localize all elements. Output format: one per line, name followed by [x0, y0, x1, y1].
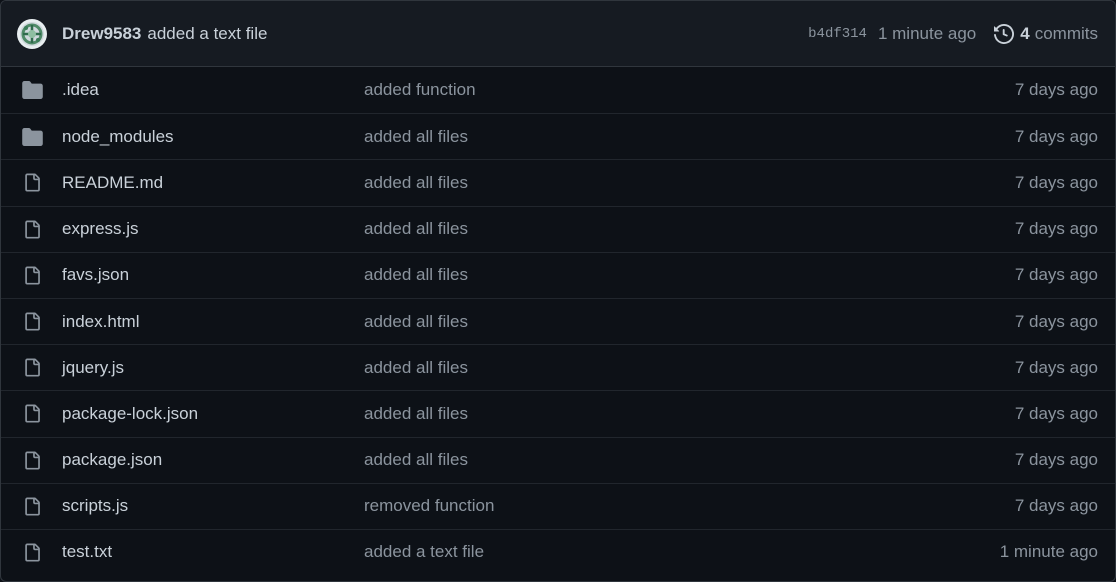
file-icon	[21, 404, 43, 424]
commit-age: 7 days ago	[1014, 219, 1098, 239]
file-list: .idea added function 7 days ago node_module…	[1, 67, 1115, 575]
commit-message-link[interactable]: added all files	[364, 312, 1015, 332]
file-row[interactable]: node_modules added all files 7 days ago	[1, 113, 1115, 159]
file-name-link[interactable]: package.json	[62, 450, 364, 470]
file-row[interactable]: package-lock.json added all files 7 days a…	[1, 390, 1115, 436]
file-row[interactable]: scripts.js removed function 7 days ago	[1, 482, 1115, 529]
commit-message-link[interactable]: added all files	[364, 127, 1015, 147]
commit-message-link[interactable]: added all files	[364, 265, 1015, 285]
file-name-link[interactable]: favs.json	[62, 265, 364, 285]
file-icon	[21, 496, 43, 516]
commits-label: commits	[1034, 23, 1098, 43]
file-name-link[interactable]: .idea	[62, 80, 364, 100]
commit-age: 7 days ago	[1014, 80, 1098, 100]
file-row[interactable]: package.json added all files 7 days ago	[1, 436, 1115, 483]
commit-age: 1 minute ago	[999, 542, 1098, 562]
file-icon	[21, 173, 43, 193]
file-name-link[interactable]: express.js	[62, 219, 364, 239]
commit-message-link[interactable]: removed function	[364, 496, 1015, 516]
commit-message-link[interactable]: added all files	[364, 450, 1015, 470]
commit-message-link[interactable]: added a text file	[364, 542, 1000, 562]
avatar[interactable]	[17, 18, 47, 49]
commit-author-link[interactable]: Drew9583	[62, 24, 141, 44]
commit-age: 7 days ago	[1014, 403, 1098, 423]
file-name-link[interactable]: node_modules	[62, 127, 364, 147]
commit-message-link[interactable]: added all files	[364, 173, 1015, 193]
commit-count: 4	[1020, 23, 1030, 43]
file-row[interactable]: README.md added all files 7 days ago	[1, 159, 1115, 205]
commit-age: 7 days ago	[1014, 172, 1098, 192]
file-name-link[interactable]: README.md	[62, 173, 364, 193]
history-icon	[994, 23, 1015, 44]
commit-age: 7 days ago	[1014, 265, 1098, 285]
file-name-link[interactable]: jquery.js	[62, 358, 364, 378]
file-name-link[interactable]: index.html	[62, 312, 364, 332]
file-row[interactable]: express.js added all files 7 days ago	[1, 205, 1115, 252]
file-row[interactable]: jquery.js added all files 7 days ago	[1, 344, 1115, 390]
commits-history-link[interactable]: 4 commits	[994, 24, 1098, 44]
file-name-link[interactable]: test.txt	[62, 542, 364, 562]
file-icon	[21, 358, 43, 378]
file-name-link[interactable]: package-lock.json	[62, 404, 364, 424]
commit-age: 7 days ago	[1014, 311, 1098, 331]
file-row[interactable]: test.txt added a text file 1 minute ago	[1, 528, 1115, 575]
commit-age: 7 days ago	[1014, 126, 1098, 146]
file-row[interactable]: favs.json added all files 7 days ago	[1, 251, 1115, 298]
file-row[interactable]: index.html added all files 7 days ago	[1, 297, 1115, 344]
commit-message-link[interactable]: added all files	[364, 358, 1015, 378]
latest-commit-bar: Drew9583 added a text file b4df314 1 min…	[1, 1, 1115, 67]
commit-message-link[interactable]: added all files	[364, 219, 1015, 239]
folder-icon	[21, 127, 43, 147]
file-icon	[21, 219, 43, 239]
commit-age: 7 days ago	[1014, 450, 1098, 470]
commit-message-link[interactable]: added all files	[364, 404, 1015, 424]
commit-time: 1 minute ago	[877, 23, 977, 43]
file-icon	[21, 265, 43, 285]
commit-age: 7 days ago	[1014, 357, 1098, 377]
file-icon	[21, 312, 43, 332]
commit-message-link[interactable]: added a text file	[147, 24, 267, 44]
folder-icon	[21, 80, 43, 100]
file-icon	[21, 450, 43, 470]
commit-message-link[interactable]: added function	[364, 80, 1015, 100]
commit-sha-link[interactable]: b4df314	[808, 26, 867, 42]
file-name-link[interactable]: scripts.js	[62, 496, 364, 516]
commit-age: 7 days ago	[1014, 496, 1098, 516]
file-icon	[21, 542, 43, 562]
file-browser: Drew9583 added a text file b4df314 1 min…	[0, 0, 1116, 582]
file-row[interactable]: .idea added function 7 days ago	[1, 67, 1115, 113]
